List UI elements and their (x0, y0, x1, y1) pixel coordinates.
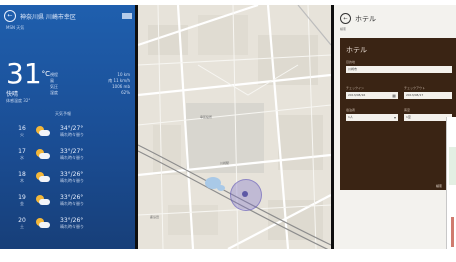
form-title: ホテル (346, 46, 367, 54)
partly-sunny-icon (36, 125, 52, 138)
rooms-value: 1室 (406, 115, 411, 119)
forecast-text: 33°/26° 晴れ時々曇り (60, 171, 84, 184)
checkin-value: 2013/08/16 (348, 93, 366, 97)
forecast-day[interactable]: 17 水 33°/27° 晴れ時々曇り (14, 143, 124, 166)
popup-route-line (451, 217, 454, 247)
hotel-header: ← ホテル (340, 13, 376, 24)
forecast-date: 17 水 (14, 148, 30, 161)
weather-details: 視程 10 km 風南 11 km/h 気圧 1006 mb 湿度 62% (50, 72, 130, 96)
partly-sunny-icon (36, 148, 52, 161)
weekday: 火 (20, 131, 24, 137)
map-label: 幸区役所 (200, 115, 213, 119)
destination-label: 目的地 (346, 60, 356, 64)
tablet-screen: ← 神奈川県 川崎市幸区 MSN 天気 31°C 快晴 体感温度 32° 視程 1… (0, 5, 456, 249)
chevron-down-icon: ▾ (393, 115, 396, 120)
map-canvas[interactable] (138, 5, 331, 249)
back-arrow-icon[interactable]: ← (340, 13, 351, 24)
forecast-cond: 晴れ時々曇り (60, 154, 84, 160)
screenshot: ← 神奈川県 川崎市幸区 MSN 天気 31°C 快晴 体感温度 32° 視程 1… (0, 0, 456, 262)
checkout-label: チェックアウト (404, 86, 426, 90)
map-label: 川崎駅 (220, 161, 230, 165)
partly-sunny-icon (36, 217, 52, 230)
flag-icon (122, 13, 132, 19)
feels-like: 体感温度 32° (6, 98, 31, 103)
weather-provider: MSN 天気 (6, 25, 25, 30)
destination-input[interactable]: 川崎市 (346, 66, 452, 73)
weekday: 木 (20, 177, 24, 183)
weekday: 土 (20, 223, 24, 229)
forecast-date: 19 金 (14, 194, 30, 207)
hotel-search-form: ホテル 目的地 川崎市 チェックイン 2013/08/16 ▦ チェックアウト 2… (340, 38, 456, 190)
forecast-title: 天気予報 (55, 111, 71, 116)
weekday: 水 (20, 154, 24, 160)
weather-header: ← 神奈川県 川崎市幸区 (4, 9, 132, 23)
current-temperature: 31°C (6, 60, 50, 88)
temperature-unit: °C (41, 70, 51, 78)
forecast-day[interactable]: 18 木 33°/26° 晴れ時々曇り (14, 166, 124, 189)
popup-map-area (449, 147, 456, 185)
forecast-cond: 晴れ時々曇り (60, 131, 84, 137)
side-popup-panel[interactable] (446, 117, 456, 249)
forecast-cond: 晴れ時々曇り (60, 177, 84, 183)
checkin-label: チェックイン (346, 86, 365, 90)
current-location-icon[interactable] (242, 191, 248, 197)
temperature-value: 31 (6, 57, 42, 90)
forecast-list: 16 火 34°/27° 晴れ時々曇り 17 水 33°/27° 晴れ時々曇り 18 木 … (14, 120, 124, 235)
detail-key: 湿度 (50, 90, 58, 95)
forecast-day[interactable]: 16 火 34°/27° 晴れ時々曇り (14, 120, 124, 143)
map-label: 鹿島田 (150, 215, 160, 219)
detail-value: 62% (121, 90, 130, 95)
guests-select[interactable]: 1人 ▾ (346, 114, 398, 121)
partly-sunny-icon (36, 171, 52, 184)
map-app[interactable]: 川崎駅 幸区役所 鹿島田 (138, 5, 331, 249)
current-condition: 快晴 (6, 91, 19, 98)
hotel-title: ホテル (355, 14, 376, 23)
forecast-date: 20 土 (14, 217, 30, 230)
city-name: 神奈川県 川崎市幸区 (20, 13, 76, 21)
checkin-date-field[interactable]: 2013/08/16 ▦ (346, 92, 398, 99)
forecast-day[interactable]: 20 土 33°/26° 晴れ時々曇り (14, 212, 124, 235)
rooms-select[interactable]: 1室 (404, 114, 452, 121)
partly-sunny-icon (36, 194, 52, 207)
hotel-app: ← ホテル 検索 ホテル 目的地 川崎市 チェックイン 2013/08/16 ▦ … (334, 5, 456, 249)
guests-label: 宿泊者 (346, 108, 356, 112)
forecast-date: 18 木 (14, 171, 30, 184)
checkout-date-field[interactable]: 2013/08/17 (404, 92, 452, 99)
back-arrow-icon[interactable]: ← (4, 10, 16, 22)
forecast-day[interactable]: 19 金 33°/26° 晴れ時々曇り (14, 189, 124, 212)
guests-value: 1人 (348, 115, 353, 119)
forecast-text: 33°/27° 晴れ時々曇り (60, 148, 84, 161)
checkout-value: 2013/08/17 (406, 93, 424, 97)
detail-row: 湿度 62% (50, 90, 130, 96)
weekday: 金 (20, 200, 24, 206)
forecast-cond: 晴れ時々曇り (60, 200, 84, 206)
calendar-icon[interactable]: ▦ (392, 92, 396, 99)
forecast-date: 16 火 (14, 125, 30, 138)
rooms-label: 客室 (404, 108, 411, 112)
search-button[interactable]: 検索 (436, 184, 442, 188)
forecast-cond: 晴れ時々曇り (60, 223, 84, 229)
forecast-text: 34°/27° 晴れ時々曇り (60, 125, 84, 138)
hotel-subtitle: 検索 (340, 27, 347, 31)
forecast-text: 33°/26° 晴れ時々曇り (60, 217, 84, 230)
weather-app: ← 神奈川県 川崎市幸区 MSN 天気 31°C 快晴 体感温度 32° 視程 1… (0, 5, 135, 249)
forecast-text: 33°/26° 晴れ時々曇り (60, 194, 84, 207)
